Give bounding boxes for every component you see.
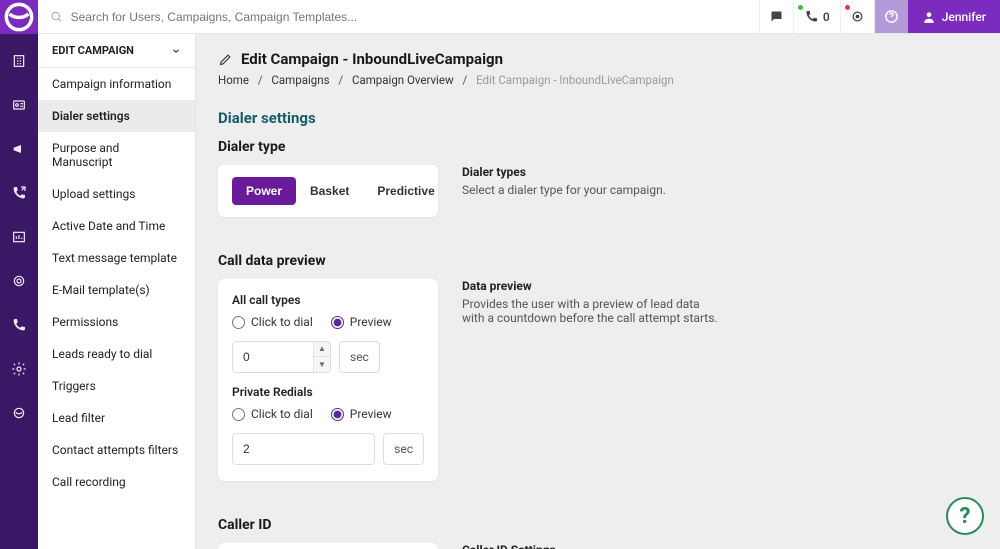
sec-unit: sec [383, 433, 424, 465]
dialer-type-heading: Dialer type [218, 139, 978, 155]
dialer-type-card: Power Basket Predictive [218, 165, 438, 217]
call-data-preview-card: All call types Click to dial Preview ▲▼ [218, 279, 438, 481]
topbar: 0 Jennifer [38, 0, 1000, 34]
chevron-down-icon [171, 46, 181, 56]
dialer-type-basket[interactable]: Basket [296, 177, 363, 205]
sidebar-header[interactable]: EDIT CAMPAIGN [38, 34, 195, 68]
dialer-type-predictive[interactable]: Predictive [363, 177, 448, 205]
step-down[interactable]: ▼ [314, 357, 330, 372]
nav-gear-icon[interactable] [0, 352, 38, 386]
caller-id-help-title: Caller ID Settings [462, 543, 722, 549]
private-click-to-dial-radio[interactable]: Click to dial [232, 407, 313, 421]
dialer-type-help-desc: Select a dialer type for your campaign. [462, 183, 722, 197]
dialer-type-power[interactable]: Power [232, 177, 296, 205]
icon-rail [0, 0, 38, 549]
all-seconds-input[interactable] [233, 342, 313, 372]
private-preview-radio[interactable]: Preview [331, 407, 392, 421]
call-count: 0 [823, 10, 830, 24]
search-icon [50, 10, 63, 23]
breadcrumb: Home / Campaigns / Campaign Overview / E… [218, 73, 978, 87]
sidebar-item-permissions[interactable]: Permissions [38, 306, 195, 338]
sidebar-item-contact-attempts-filters[interactable]: Contact attempts filters [38, 434, 195, 466]
all-click-to-dial-radio[interactable]: Click to dial [232, 315, 313, 329]
data-preview-help-title: Data preview [462, 279, 722, 293]
data-preview-help: Data preview Provides the user with a pr… [462, 279, 722, 325]
call-count-button[interactable]: 0 [793, 0, 840, 33]
dialer-type-help: Dialer types Select a dialer type for yo… [462, 165, 722, 197]
content-area: Edit Campaign - InboundLiveCampaign Home… [196, 34, 1000, 549]
search-input[interactable] [71, 10, 747, 24]
pencil-icon [218, 52, 233, 67]
sidebar-item-active-date-time[interactable]: Active Date and Time [38, 210, 195, 242]
sidebar-item-leads-ready[interactable]: Leads ready to dial [38, 338, 195, 370]
caller-id-card: Set Caller ID from None [218, 543, 438, 549]
sidebar-item-purpose-manuscript[interactable]: Purpose and Manuscript [38, 132, 195, 178]
caller-id-help: Caller ID Settings Define settings for d… [462, 543, 722, 549]
sec-unit: sec [339, 341, 380, 373]
status-dot-green [798, 5, 803, 10]
nav-building-icon[interactable] [0, 44, 38, 78]
data-preview-help-desc: Provides the user with a preview of lead… [462, 297, 722, 325]
crumb-current: Edit Campaign - InboundLiveCampaign [476, 73, 674, 87]
sidebar-item-campaign-information[interactable]: Campaign information [38, 68, 195, 100]
status-dot-red [845, 5, 850, 10]
nav-swirl-icon[interactable] [0, 396, 38, 430]
private-seconds-stepper[interactable]: ▲▼ [232, 433, 375, 465]
help-fab[interactable]: ? [946, 497, 984, 535]
user-icon [922, 10, 936, 24]
radio-label: Click to dial [251, 315, 313, 329]
radio-label: Preview [350, 315, 392, 329]
chat-icon[interactable] [759, 0, 793, 33]
sidebar-item-text-message-template[interactable]: Text message template [38, 242, 195, 274]
caller-id-heading: Caller ID [218, 517, 978, 533]
private-redials-label: Private Redials [232, 385, 424, 399]
user-menu[interactable]: Jennifer [908, 0, 1000, 33]
radio-label: Click to dial [251, 407, 313, 421]
sidebar-item-dialer-settings[interactable]: Dialer settings [38, 100, 195, 132]
nav-circle-icon[interactable] [0, 264, 38, 298]
user-name: Jennifer [942, 10, 986, 24]
nav-phone-out-icon[interactable] [0, 176, 38, 210]
nav-id-icon[interactable] [0, 88, 38, 122]
logo-icon[interactable] [0, 0, 38, 34]
sidebar-item-upload-settings[interactable]: Upload settings [38, 178, 195, 210]
crumb-campaigns[interactable]: Campaigns [271, 73, 329, 87]
page-title: Edit Campaign - InboundLiveCampaign [241, 50, 503, 68]
nav-megaphone-icon[interactable] [0, 132, 38, 166]
private-seconds-input[interactable] [233, 434, 375, 464]
call-data-preview-heading: Call data preview [218, 253, 978, 269]
radio-label: Preview [350, 407, 392, 421]
sidebar-item-call-recording[interactable]: Call recording [38, 466, 195, 498]
settings-sidebar: EDIT CAMPAIGN Campaign information Diale… [38, 34, 196, 549]
sidebar-item-lead-filter[interactable]: Lead filter [38, 402, 195, 434]
all-seconds-stepper[interactable]: ▲▼ [232, 341, 331, 373]
sidebar-header-label: EDIT CAMPAIGN [52, 44, 134, 57]
nav-phone-in-icon[interactable] [0, 308, 38, 342]
all-preview-radio[interactable]: Preview [331, 315, 392, 329]
section-label-dialer: Dialer settings [196, 95, 1000, 127]
dialer-type-help-title: Dialer types [462, 165, 722, 179]
all-call-types-label: All call types [232, 293, 424, 307]
step-up[interactable]: ▲ [314, 342, 330, 357]
crumb-overview[interactable]: Campaign Overview [352, 73, 454, 87]
global-search[interactable] [38, 10, 759, 24]
target-icon[interactable] [840, 0, 874, 33]
sidebar-item-triggers[interactable]: Triggers [38, 370, 195, 402]
crumb-home[interactable]: Home [218, 73, 249, 87]
sidebar-item-email-templates[interactable]: E-Mail template(s) [38, 274, 195, 306]
nav-chart-icon[interactable] [0, 220, 38, 254]
phone-icon [804, 9, 819, 24]
help-icon[interactable] [874, 0, 908, 33]
